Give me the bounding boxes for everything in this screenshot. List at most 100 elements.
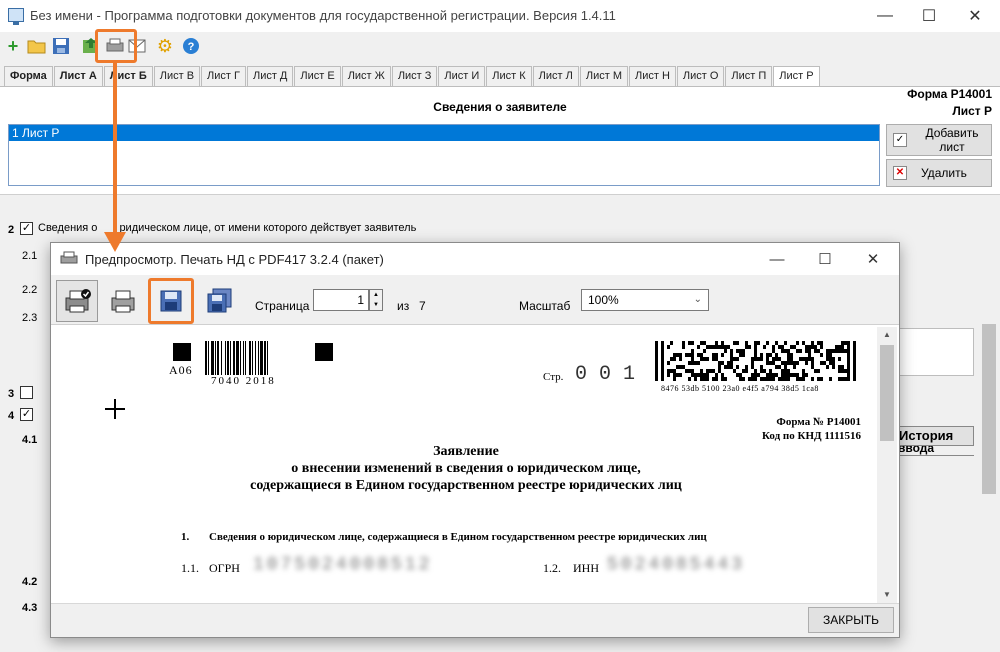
zoom-value: 100%	[588, 293, 619, 307]
field-1-1-number: 1.1.	[181, 561, 199, 575]
row-3-number: 3	[8, 388, 15, 400]
row-2-label-start: Сведения о	[38, 222, 98, 234]
add-sheet-icon: ✓	[893, 133, 907, 147]
minimize-icon[interactable]: —	[862, 0, 908, 32]
corner-marker-right	[315, 343, 333, 361]
tab-1[interactable]: Форма	[4, 66, 53, 86]
corner-marker-left	[173, 343, 191, 361]
printer-check-icon	[65, 289, 91, 313]
main-titlebar: Без имени - Программа подготовки докумен…	[0, 0, 1000, 32]
tab-13[interactable]: Лист М	[579, 66, 628, 86]
section-title: Сведения о заявителе	[433, 100, 567, 114]
tab-17[interactable]: Лист Р	[773, 66, 820, 87]
heading-line1: Заявление	[433, 444, 499, 459]
floppy-save-icon	[160, 290, 182, 312]
heading-line2: о внесении изменений в сведения о юридич…	[291, 461, 641, 476]
document-page: А06 7040 2018 Стр. 0 0 1 8476 53db 5100 …	[55, 327, 877, 603]
app-icon	[8, 8, 24, 25]
main-text-field[interactable]	[896, 328, 974, 376]
document-scrollbar-thumb[interactable]	[880, 345, 894, 441]
delete-icon: ✕	[893, 166, 907, 180]
page-spinner[interactable]: ▲ ▼	[369, 289, 383, 311]
document-heading: Заявление о внесении изменений в сведени…	[55, 443, 877, 494]
tab-5[interactable]: Лист Г	[201, 66, 246, 86]
sub-2-1: 2.1	[22, 250, 38, 262]
zoom-select[interactable]: 100% ⌄	[581, 289, 709, 311]
dialog-footer	[51, 603, 899, 637]
delete-button[interactable]: ✕ Удалить	[886, 159, 992, 187]
tab-4[interactable]: Лист В	[153, 66, 201, 86]
dialog-printer-icon	[60, 251, 78, 264]
tab-2[interactable]: Лист А	[53, 66, 103, 86]
page-number-value: 0 0 1	[575, 363, 636, 386]
help-icon[interactable]: ?	[180, 35, 202, 57]
sheet-list-item[interactable]: 1 Лист Р	[9, 125, 879, 141]
heading-line3: содержащиеся в Едином государственном ре…	[250, 478, 682, 493]
dialog-close-icon[interactable]: ✕	[849, 243, 897, 275]
close-button[interactable]: ЗАКРЫТЬ	[808, 607, 894, 633]
row-3-checkbox[interactable]	[20, 386, 33, 399]
sub-4-3: 4.3	[22, 602, 38, 614]
document-scrollbar[interactable]: ▲ ▼	[877, 327, 897, 603]
row-2-checkbox[interactable]: ✓	[20, 222, 33, 235]
print-button[interactable]	[102, 280, 144, 322]
dialog-minimize-icon[interactable]: —	[753, 243, 801, 275]
preview-dialog: Предпросмотр. Печать НД с PDF417 3.2.4 (…	[50, 242, 900, 638]
of-label: из	[397, 299, 410, 313]
tab-6[interactable]: Лист Д	[246, 66, 294, 86]
sheet-list[interactable]: 1 Лист Р	[8, 124, 880, 186]
row-2-label-tail: ридическом лице, от имени которого дейст…	[119, 222, 417, 234]
tab-12[interactable]: Лист Л	[532, 66, 579, 86]
add-sheet-button[interactable]: ✓ Добавить лист	[886, 124, 992, 156]
open-folder-icon[interactable]	[26, 35, 48, 57]
row-4-checkbox[interactable]: ✓	[20, 408, 33, 421]
save-file-button[interactable]	[148, 278, 194, 324]
history-button[interactable]: История	[892, 426, 974, 446]
sub-4-1: 4.1	[22, 434, 38, 446]
tab-16[interactable]: Лист П	[725, 66, 773, 86]
print-settings-button[interactable]	[56, 280, 98, 322]
inn-value-blurred: 5024085443	[607, 555, 746, 575]
pointer-arrow-icon	[104, 63, 126, 252]
ogrn-value-blurred: 1075024008512	[253, 555, 433, 575]
settings-gear-icon[interactable]: ⚙	[154, 35, 176, 57]
tab-15[interactable]: Лист О	[676, 66, 725, 86]
barcode-number: 7040 2018	[211, 375, 276, 387]
add-sheet-label: Добавить лист	[925, 126, 979, 154]
save-all-button[interactable]	[198, 280, 240, 322]
field-1-2-label: ИНН	[573, 561, 599, 575]
sub-2-3: 2.3	[22, 312, 38, 324]
main-scrollbar[interactable]	[980, 196, 998, 626]
knd-code: Код по КНД 1111516	[761, 430, 861, 442]
scroll-up-icon[interactable]: ▲	[877, 327, 897, 343]
tab-10[interactable]: Лист И	[438, 66, 486, 86]
main-scrollbar-thumb[interactable]	[982, 324, 996, 494]
close-icon[interactable]: ✕	[952, 0, 998, 32]
scroll-down-icon[interactable]: ▼	[877, 587, 897, 603]
tab-7[interactable]: Лист Е	[294, 66, 341, 86]
code-a06: А06	[169, 363, 193, 377]
section-1-title: Сведения о юридическом лице, содержащиес…	[209, 531, 707, 543]
save-icon[interactable]	[50, 35, 72, 57]
tab-9[interactable]: Лист З	[391, 66, 438, 86]
total-pages: 7	[419, 299, 426, 313]
tab-8[interactable]: Лист Ж	[341, 66, 391, 86]
field-1-1-label: ОГРН	[209, 561, 240, 575]
printer-icon	[111, 290, 135, 313]
chevron-down-icon: ⌄	[693, 294, 702, 305]
maximize-icon[interactable]: ☐	[906, 0, 952, 32]
svg-text:?: ?	[188, 41, 195, 53]
dialog-maximize-icon[interactable]: ☐	[801, 243, 849, 275]
tab-11[interactable]: Лист К	[486, 66, 532, 86]
history-button-line2: ввода	[892, 446, 974, 456]
page-number-input[interactable]: 1	[313, 289, 369, 311]
row-4-number: 4	[8, 410, 15, 422]
main-toolbar: + ⚙ ?	[0, 32, 1000, 60]
dialog-titlebar: Предпросмотр. Печать НД с PDF417 3.2.4 (…	[51, 243, 899, 275]
form-number: Форма № Р14001	[776, 416, 861, 428]
add-icon[interactable]: +	[2, 35, 24, 57]
toolbar-highlight	[95, 29, 137, 63]
row-2-label: Сведения о ридическом лице, от имени кото…	[38, 222, 416, 234]
pdf417-barcode	[655, 341, 859, 381]
tab-14[interactable]: Лист Н	[628, 66, 676, 86]
